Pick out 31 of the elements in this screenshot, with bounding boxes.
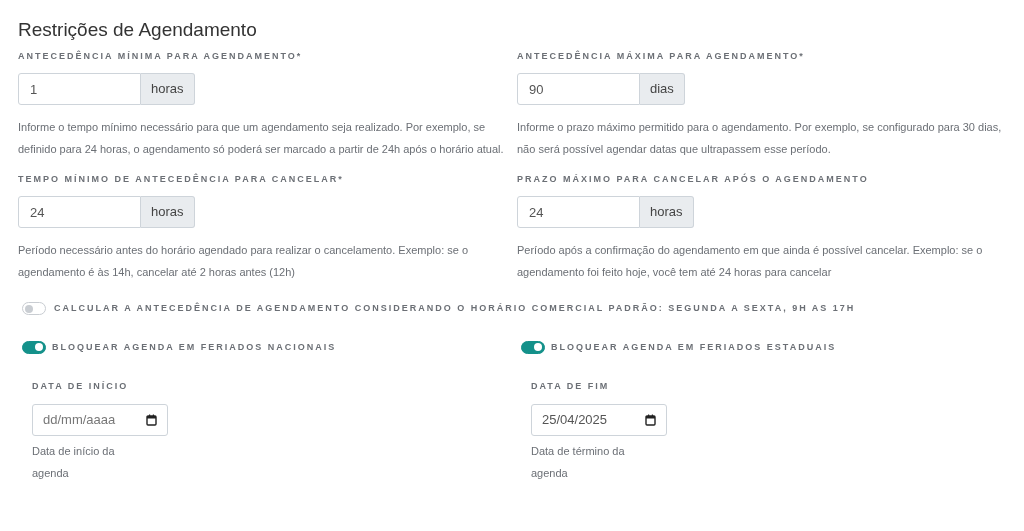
date-label: DATA DE INÍCIO (32, 380, 130, 393)
toggle-switch[interactable] (521, 340, 545, 354)
unit-addon: horas (141, 196, 195, 228)
unit-addon: dias (640, 73, 685, 105)
help-text: Informe o tempo mínimo necessário para que um agendamento seja realizado. Por exemplo, se definido para 24 horas, o agendamento só poderá ser marcado a partir de 24h após o horário atual. (18, 120, 505, 157)
help-text: Período necessário antes do horário agendado para realizar o cancelamento. Exemplo: se o agendamento é às 14h, cancelar até 2 horas antes (12h) (18, 243, 470, 280)
help-text: Data de término da agenda (531, 443, 626, 481)
toggle-label: BLOQUEAR AGENDA EM FERIADOS NACIONAIS (52, 340, 337, 354)
calendar-icon[interactable] (146, 413, 157, 426)
toggle-switch[interactable] (22, 302, 46, 316)
field-label: TEMPO MÍNIMO DE ANTECEDÊNCIA PARA CANCELAR* (18, 172, 345, 186)
section-title: Restrições de Agendamento (18, 18, 258, 42)
field-label: ANTECEDÊNCIA MÁXIMA PARA AGENDAMENTO* (517, 49, 806, 63)
help-text: Data de início da agenda (32, 443, 116, 481)
number-input[interactable]: 24 (18, 196, 141, 228)
unit-addon: horas (640, 196, 694, 228)
toggle-switch[interactable] (22, 340, 46, 354)
number-input[interactable]: 90 (517, 73, 640, 105)
date-field[interactable]: dd/mm/aaaa (32, 403, 168, 436)
number-input[interactable]: 24 (517, 196, 640, 228)
field-label: ANTECEDÊNCIA MÍNIMA PARA AGENDAMENTO* (18, 49, 304, 63)
number-input[interactable]: 1 (18, 73, 141, 105)
date-label: DATA DE FIM (531, 380, 611, 393)
toggle-label: BLOQUEAR AGENDA EM FERIADOS ESTADUAIS (551, 340, 837, 354)
help-text: Período após a confirmação do agendamento em que ainda é possível cancelar. Exemplo: se o agendamento foi feito hoje, você tem até 24 horas para cancelar (517, 243, 984, 280)
date-field[interactable]: 25/04/2025 (531, 403, 667, 436)
field-label: PRAZO MÁXIMO PARA CANCELAR APÓS O AGENDAMENTO (517, 172, 870, 186)
toggle-label: CALCULAR A ANTECEDÊNCIA DE AGENDAMENTO CONSIDERANDO O HORÁRIO COMERCIAL PADRÃO: SEGUNDA A SEXTA, 9H AS 17H (54, 302, 856, 315)
help-text: Informe o prazo máximo permitido para o agendamento. Por exemplo, se configurado para 30 dias, não será possível agendar datas que ultrapassem esse período. (517, 120, 1003, 157)
unit-addon: horas (141, 73, 195, 105)
calendar-icon[interactable] (645, 413, 656, 426)
